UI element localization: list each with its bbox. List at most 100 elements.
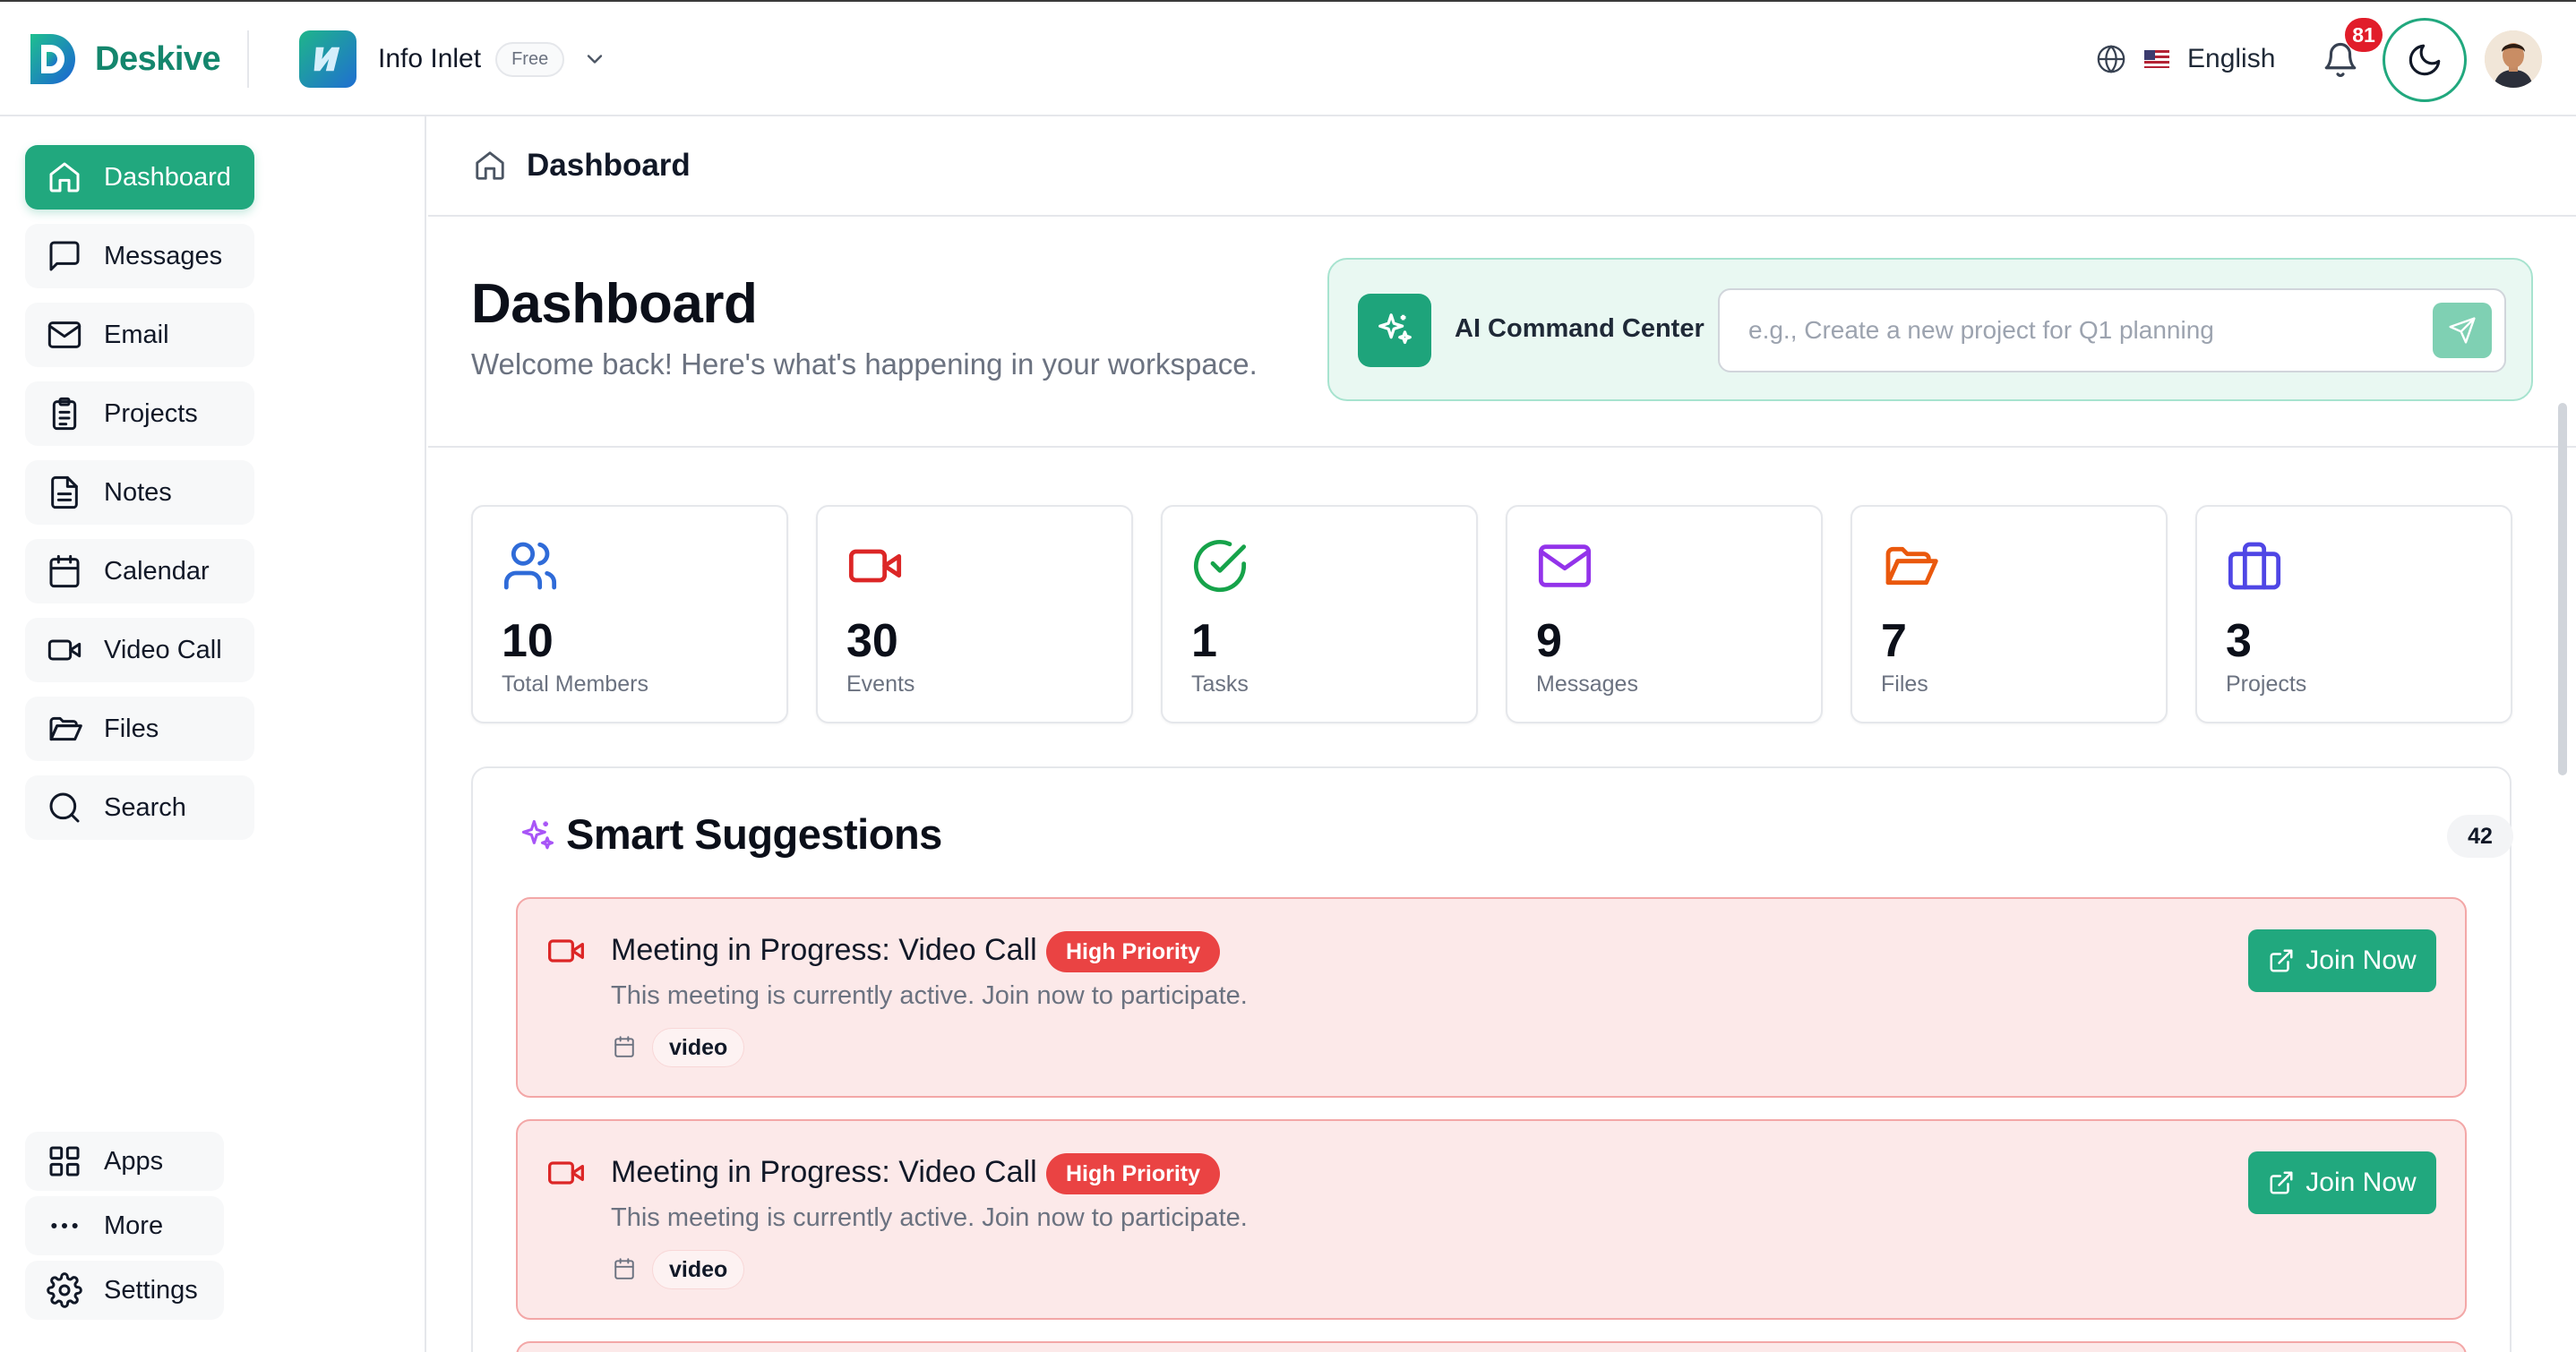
- us-flag-icon: [2144, 50, 2169, 68]
- sidebar-item-email[interactable]: Email: [25, 303, 254, 367]
- sidebar: Dashboard Messages Email Projects Notes …: [0, 116, 426, 1352]
- language-label: English: [2187, 44, 2276, 73]
- file-text-icon: [51, 475, 78, 509]
- main-scrollbar[interactable]: [2558, 403, 2567, 775]
- sidebar-item-more[interactable]: More: [25, 1196, 224, 1255]
- priority-badge: High Priority: [1046, 931, 1221, 972]
- stat-card-members[interactable]: 10 Total Members: [471, 505, 788, 723]
- video-icon: [848, 549, 902, 583]
- more-horizontal-icon: [51, 1223, 78, 1228]
- smart-suggestions-panel: Smart Suggestions 42 Meeting in Progress…: [471, 766, 2513, 1352]
- suggestion-card: [516, 1341, 2467, 1352]
- stat-card-events[interactable]: 30 Events: [816, 505, 1133, 723]
- page-subtitle: Welcome back! Here's what's happening in…: [471, 347, 1258, 381]
- sidebar-item-label: Email: [104, 320, 169, 349]
- stat-card-messages[interactable]: 9 Messages: [1506, 505, 1823, 723]
- theme-toggle-button[interactable]: [2383, 18, 2467, 102]
- page-title: Dashboard: [471, 273, 758, 335]
- suggestion-tag: video: [652, 1250, 745, 1289]
- breadcrumb-label: Dashboard: [527, 148, 691, 183]
- sidebar-item-label: Files: [104, 714, 159, 743]
- send-icon: [2449, 317, 2476, 344]
- stat-value: 30: [846, 615, 898, 667]
- deskive-logo-icon: [30, 34, 75, 84]
- users-icon: [503, 542, 557, 590]
- sidebar-item-label: Video Call: [104, 635, 222, 664]
- sidebar-item-video-call[interactable]: Video Call: [25, 618, 254, 682]
- calendar-icon: [49, 554, 80, 588]
- app-name: Deskive: [95, 39, 221, 78]
- breadcrumb: Dashboard: [428, 116, 2576, 217]
- globe-icon: [2097, 45, 2125, 73]
- briefcase-icon: [2228, 542, 2281, 590]
- sidebar-item-label: Apps: [104, 1146, 164, 1176]
- ai-command-label: AI Command Center: [1455, 314, 1704, 343]
- join-now-label: Join Now: [2306, 1168, 2417, 1197]
- stat-card-projects[interactable]: 3 Projects: [2195, 505, 2512, 723]
- suggestion-card: Meeting in Progress: Video Call High Pri…: [516, 897, 2467, 1098]
- sparkles-icon: [1358, 294, 1431, 367]
- join-now-label: Join Now: [2306, 946, 2417, 975]
- sidebar-item-label: Projects: [104, 398, 198, 428]
- sidebar-item-calendar[interactable]: Calendar: [25, 539, 254, 603]
- user-avatar[interactable]: [2485, 30, 2542, 88]
- chevron-down-icon[interactable]: [582, 47, 607, 72]
- sidebar-item-search[interactable]: Search: [25, 775, 254, 840]
- top-bar: Deskive Info Inlet Free English 81: [0, 0, 2576, 116]
- external-link-icon: [2270, 949, 2293, 972]
- stat-label: Projects: [2226, 672, 2307, 697]
- calendar-icon: [614, 1036, 634, 1057]
- sidebar-item-settings[interactable]: Settings: [25, 1261, 224, 1320]
- stat-value: 9: [1536, 615, 1562, 667]
- stat-label: Events: [846, 672, 915, 697]
- suggestion-count-badge: 42: [2447, 815, 2513, 858]
- video-icon: [548, 939, 584, 963]
- clipboard-icon: [52, 397, 77, 431]
- divider: [247, 30, 249, 88]
- external-link-icon: [2270, 1171, 2293, 1194]
- sidebar-item-projects[interactable]: Projects: [25, 381, 254, 446]
- home-icon: [476, 151, 504, 180]
- suggestion-tag: video: [652, 1028, 745, 1067]
- workspace-logo-icon: [299, 30, 356, 88]
- folder-open-icon: [1885, 546, 1938, 586]
- stat-value: 10: [502, 615, 554, 667]
- join-now-button[interactable]: Join Now: [2248, 1151, 2436, 1214]
- ai-command-input[interactable]: [1718, 288, 2506, 372]
- moon-icon: [2409, 44, 2441, 76]
- grid-icon: [49, 1146, 80, 1177]
- workspace-switcher[interactable]: Info Inlet Free: [299, 30, 607, 88]
- mail-icon: [1538, 544, 1592, 587]
- section-title: Smart Suggestions: [566, 810, 942, 858]
- stat-value: 3: [2226, 615, 2252, 667]
- video-icon: [548, 1161, 584, 1185]
- sidebar-item-messages[interactable]: Messages: [25, 224, 254, 288]
- app-logo[interactable]: Deskive: [25, 30, 221, 88]
- send-button[interactable]: [2433, 303, 2492, 358]
- suggestion-title: Meeting in Progress: Video Call: [611, 1155, 1037, 1189]
- sidebar-item-dashboard[interactable]: Dashboard: [25, 145, 254, 210]
- stat-card-files[interactable]: 7 Files: [1850, 505, 2168, 723]
- sidebar-item-apps[interactable]: Apps: [25, 1132, 224, 1191]
- sidebar-item-label: Settings: [104, 1275, 198, 1305]
- sidebar-item-label: Dashboard: [104, 162, 231, 192]
- suggestion-card: Meeting in Progress: Video Call High Pri…: [516, 1119, 2467, 1320]
- message-square-icon: [49, 241, 80, 271]
- video-icon: [47, 639, 82, 661]
- sidebar-item-files[interactable]: Files: [25, 697, 254, 761]
- stat-value: 7: [1881, 615, 1907, 667]
- notification-count-badge: 81: [2345, 18, 2383, 52]
- sparkles-icon: [521, 819, 554, 850]
- sidebar-item-label: Calendar: [104, 556, 210, 586]
- workspace-name: Info Inlet: [378, 44, 482, 73]
- stat-label: Files: [1881, 672, 1928, 697]
- language-selector[interactable]: English: [2096, 41, 2275, 77]
- suggestion-description: This meeting is currently active. Join n…: [611, 1203, 1248, 1232]
- sidebar-item-notes[interactable]: Notes: [25, 460, 254, 525]
- sidebar-item-label: Search: [104, 792, 186, 822]
- stat-card-tasks[interactable]: 1 Tasks: [1161, 505, 1478, 723]
- join-now-button[interactable]: Join Now: [2248, 929, 2436, 992]
- stat-value: 1: [1191, 615, 1217, 667]
- suggestion-title: Meeting in Progress: Video Call: [611, 933, 1037, 967]
- sidebar-item-label: More: [104, 1211, 164, 1240]
